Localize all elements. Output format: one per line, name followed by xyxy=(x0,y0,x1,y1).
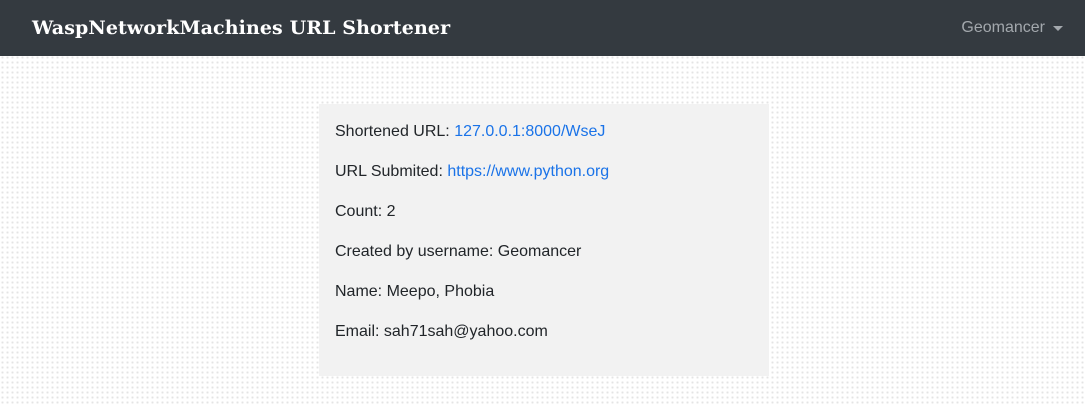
user-menu-dropdown[interactable]: Geomancer xyxy=(961,17,1063,39)
email-row: Email: sah71sah@yahoo.com xyxy=(335,321,753,343)
url-details-card: Shortened URL: 127.0.0.1:8000/WseJ URL S… xyxy=(319,104,769,376)
created-by-row: Created by username: Geomancer xyxy=(335,241,753,263)
created-by-label: Created by username: xyxy=(335,243,498,260)
submitted-url-link[interactable]: https://www.python.org xyxy=(447,163,609,180)
brand-title[interactable]: WaspNetworkMachines URL Shortener xyxy=(32,14,450,42)
caret-down-icon xyxy=(1053,25,1063,31)
submitted-url-label: URL Submited: xyxy=(335,163,448,180)
email-label: Email: xyxy=(335,323,384,340)
count-label: Count: xyxy=(335,203,387,220)
name-value: Meepo, Phobia xyxy=(386,283,495,300)
created-by-value: Geomancer xyxy=(497,243,582,260)
user-menu-label: Geomancer xyxy=(961,19,1045,36)
name-row: Name: Meepo, Phobia xyxy=(335,281,753,303)
submitted-url-row: URL Submited: https://www.python.org xyxy=(335,161,753,183)
count-row: Count: 2 xyxy=(335,201,753,223)
shortened-url-row: Shortened URL: 127.0.0.1:8000/WseJ xyxy=(335,121,753,143)
email-value: sah71sah@yahoo.com xyxy=(383,323,548,340)
shortened-url-label: Shortened URL: xyxy=(335,123,455,140)
shortened-url-link[interactable]: 127.0.0.1:8000/WseJ xyxy=(454,123,605,140)
name-label: Name: xyxy=(335,283,387,300)
count-value: 2 xyxy=(386,203,396,220)
top-navbar: WaspNetworkMachines URL Shortener Geoman… xyxy=(0,0,1085,56)
